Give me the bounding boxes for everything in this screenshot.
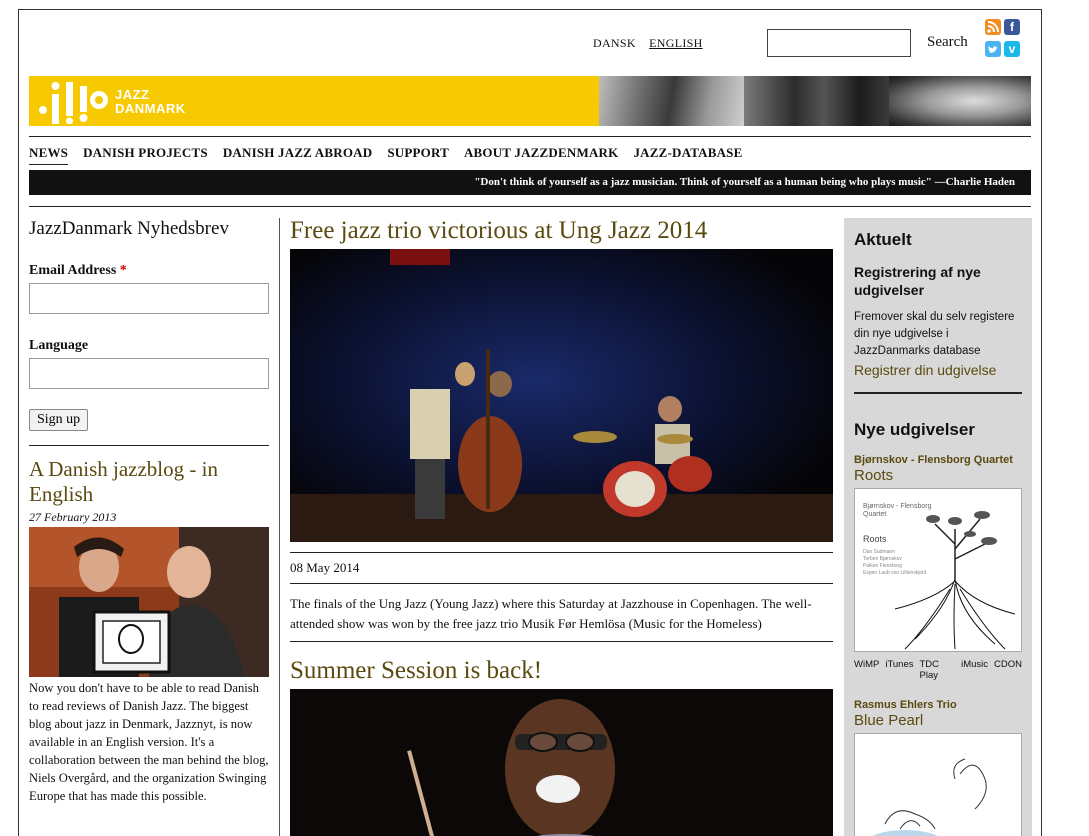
aktuelt-heading: Aktuelt: [854, 230, 912, 249]
required-mark: *: [119, 263, 127, 278]
article-2-title[interactable]: Summer Session is back!: [290, 656, 833, 686]
store-tdc-play[interactable]: TDC Play: [920, 659, 956, 681]
article-title[interactable]: Free jazz trio victorious at Ung Jazz 20…: [290, 216, 833, 246]
newsletter-title: JazzDanmark Nyhedsbrev: [29, 218, 229, 239]
store-cdon[interactable]: CDON: [994, 659, 1022, 681]
article-2-photo[interactable]: [290, 689, 833, 836]
header-rule: [29, 136, 1031, 137]
store-itunes[interactable]: iTunes: [885, 659, 913, 681]
language-switcher: DANSK ENGLISH: [593, 36, 713, 51]
blog-title[interactable]: A Danish jazzblog - in English: [29, 457, 269, 507]
logo-line-1: JAZZ: [115, 87, 150, 102]
search-button[interactable]: Search: [927, 34, 968, 51]
banner-photo-1: [599, 76, 744, 126]
lang-dansk[interactable]: DANSK: [593, 36, 636, 50]
main-content: Free jazz trio victorious at Ung Jazz 20…: [290, 216, 833, 836]
logo-line-2: DANMARK: [115, 101, 186, 116]
aktuelt-text: Fremover skal du selv registere din nye …: [854, 311, 1015, 357]
jazzdanmark-logo-icon: [39, 82, 108, 124]
release-artist-2[interactable]: Rasmus Ehlers Trio: [854, 699, 1022, 711]
release-album-2[interactable]: Blue Pearl: [854, 712, 1022, 729]
releases-heading: Nye udgivelser: [854, 420, 975, 439]
language-field[interactable]: [29, 358, 269, 389]
banner-photo-3: [889, 76, 1031, 126]
register-release-link[interactable]: Registrer din udgivelse: [854, 362, 1022, 378]
banner-photo-2: [744, 76, 889, 126]
sidebar-rule: [854, 392, 1022, 394]
logo-text: JAZZ DANMARK: [115, 88, 186, 116]
main-nav: NEWS DANISH PROJECTS DANISH JAZZ ABROAD …: [29, 145, 757, 165]
nav-support[interactable]: SUPPORT: [387, 145, 449, 165]
vimeo-icon[interactable]: v: [1004, 41, 1020, 57]
facebook-icon[interactable]: f: [1004, 19, 1020, 35]
release-cover-2[interactable]: [854, 733, 1022, 836]
email-label-text: Email Address: [29, 263, 117, 278]
search-input[interactable]: [767, 29, 911, 57]
quote-rule: [29, 206, 1031, 207]
tree-illustration-icon: [894, 511, 1016, 650]
store-links: WiMP iTunes TDC Play iMusic CDON: [854, 659, 1022, 681]
nav-jazz-database[interactable]: JAZZ-DATABASE: [633, 145, 742, 165]
twitter-icon[interactable]: [985, 41, 1001, 57]
left-column: JazzDanmark Nyhedsbrev Email Address * L…: [29, 218, 269, 805]
social-links: f v: [985, 19, 1023, 57]
right-sidebar: Aktuelt Registrering af nye udgivelser F…: [844, 218, 1032, 836]
hands-illustration-icon: [872, 758, 987, 836]
language-label: Language: [29, 338, 89, 353]
article-divider: [290, 641, 833, 642]
nav-danish-projects[interactable]: DANISH PROJECTS: [83, 145, 208, 165]
column-divider: [279, 218, 280, 836]
store-wimp[interactable]: WiMP: [854, 659, 879, 681]
nav-danish-jazz-abroad[interactable]: DANISH JAZZ ABROAD: [223, 145, 373, 165]
article-text: The finals of the Ung Jazz (Young Jazz) …: [290, 596, 812, 631]
release-cover[interactable]: Bjørnskov - Flensborg Quartet Roots Dan …: [854, 488, 1022, 652]
blog-text: Now you don't have to be able to read Da…: [29, 681, 269, 803]
nav-about-jazzdenmark[interactable]: ABOUT JAZZDENMARK: [464, 145, 618, 165]
email-label: Email Address *: [29, 263, 269, 279]
left-rule: [29, 445, 269, 446]
blog-date: 27 February 2013: [29, 510, 117, 524]
rss-icon[interactable]: [985, 19, 1001, 35]
signup-button[interactable]: Sign up: [29, 409, 89, 431]
blog-photo[interactable]: [29, 527, 269, 677]
store-imusic[interactable]: iMusic: [961, 659, 988, 681]
nav-news[interactable]: NEWS: [29, 145, 69, 165]
article-date: 08 May 2014: [290, 560, 360, 575]
release-artist[interactable]: Bjørnskov - Flensborg Quartet: [854, 454, 1022, 466]
site-banner: JAZZ DANMARK: [29, 76, 1031, 126]
aktuelt-title: Registrering af nye udgivelser: [854, 264, 981, 298]
logo[interactable]: JAZZ DANMARK: [29, 76, 599, 126]
quote-bar: "Don't think of yourself as a jazz music…: [29, 170, 1031, 195]
article-photo[interactable]: [290, 249, 833, 542]
release-album[interactable]: Roots: [854, 467, 1022, 484]
lang-english[interactable]: ENGLISH: [649, 36, 702, 50]
email-field[interactable]: [29, 283, 269, 314]
